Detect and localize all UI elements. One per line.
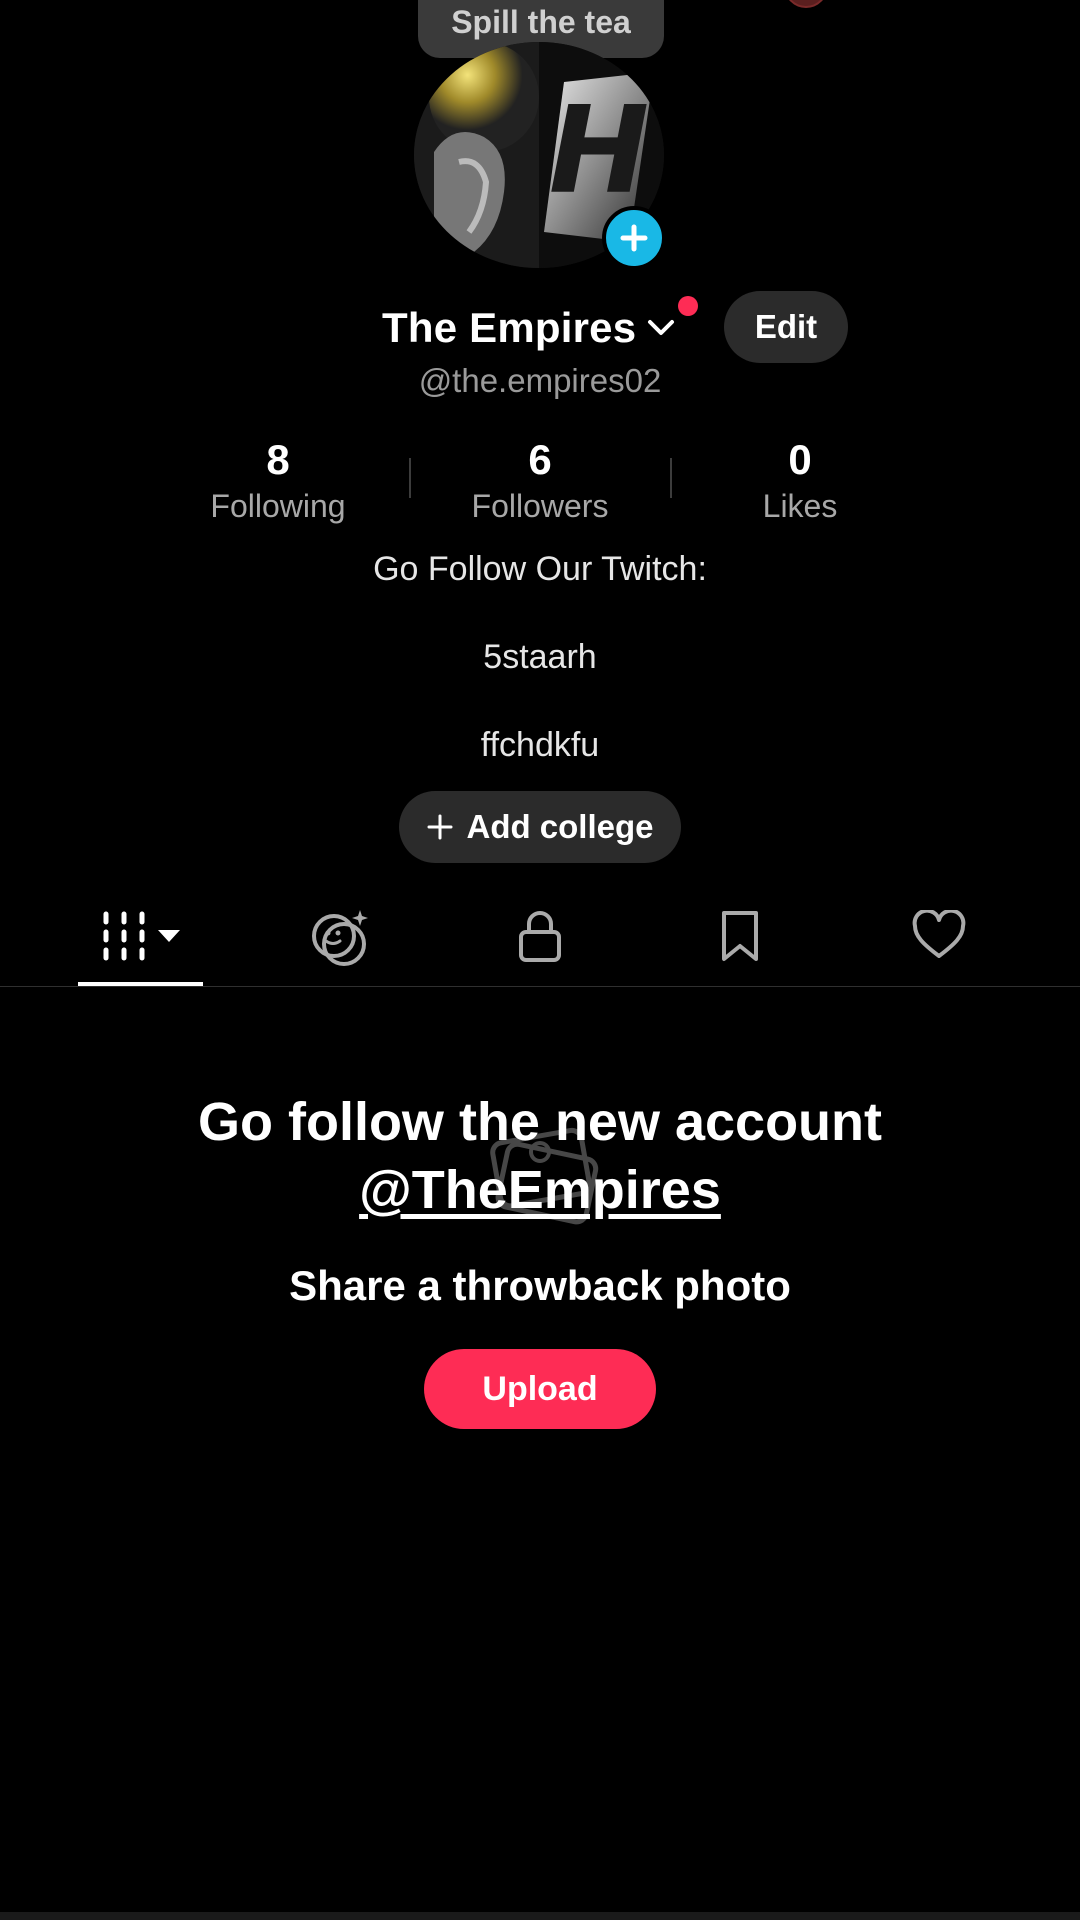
stat-following-label: Following xyxy=(210,488,346,524)
stat-likes-label: Likes xyxy=(762,488,838,524)
svg-text:H: H xyxy=(549,82,649,221)
caret-down-icon xyxy=(158,930,180,942)
upload-button[interactable]: Upload xyxy=(424,1349,656,1429)
stat-followers-label: Followers xyxy=(471,488,609,524)
stat-following-value: 8 xyxy=(266,436,290,483)
lock-icon xyxy=(519,911,561,962)
bio-line: Go Follow Our Twitch: xyxy=(373,550,707,588)
stat-likes-value: 0 xyxy=(788,436,812,483)
heart-icon xyxy=(912,910,966,958)
chevron-down-icon xyxy=(648,320,675,335)
username-handle: @the.empires02 xyxy=(418,362,662,399)
promo-text: Go follow the new account xyxy=(197,1092,883,1152)
bio-line: ffchdkfu xyxy=(480,726,600,764)
tabs-divider xyxy=(0,986,1080,987)
bio-line: 5staarh xyxy=(483,638,597,676)
tooltip-text: Spill the tea xyxy=(451,4,631,40)
bookmark-icon xyxy=(722,911,758,961)
stat-followers[interactable]: 6 Followers xyxy=(410,434,670,526)
promo-message: Go follow the new account @TheEmpires xyxy=(0,1088,1080,1224)
display-name-switcher[interactable]: The Empires xyxy=(382,298,678,358)
notification-dot xyxy=(678,296,698,316)
reposts-face-icon xyxy=(312,910,368,966)
tab-reposts[interactable] xyxy=(300,904,380,968)
tab-private[interactable] xyxy=(500,904,580,968)
plus-icon xyxy=(620,224,648,252)
empty-state-subtitle: Share a throwback photo xyxy=(289,1262,791,1309)
tab-saved[interactable] xyxy=(700,904,780,968)
promo-mention-link[interactable]: @TheEmpires xyxy=(359,1160,721,1220)
bottom-edge xyxy=(0,1912,1080,1920)
display-name: The Empires xyxy=(382,304,637,351)
edit-profile-button[interactable]: Edit xyxy=(724,291,848,363)
top-avatar-peek xyxy=(784,0,828,8)
tab-liked[interactable] xyxy=(899,904,979,968)
plus-icon xyxy=(427,814,453,840)
add-college-label: Add college xyxy=(466,808,654,845)
stat-followers-value: 6 xyxy=(528,436,552,483)
tab-videos-grid[interactable] xyxy=(100,904,190,968)
grid-icon xyxy=(103,911,180,961)
add-college-button[interactable]: Add college xyxy=(399,791,681,863)
stat-following[interactable]: 8 Following xyxy=(148,434,408,526)
stat-likes[interactable]: 0 Likes xyxy=(670,434,930,526)
add-avatar-plus-button[interactable] xyxy=(602,206,666,270)
